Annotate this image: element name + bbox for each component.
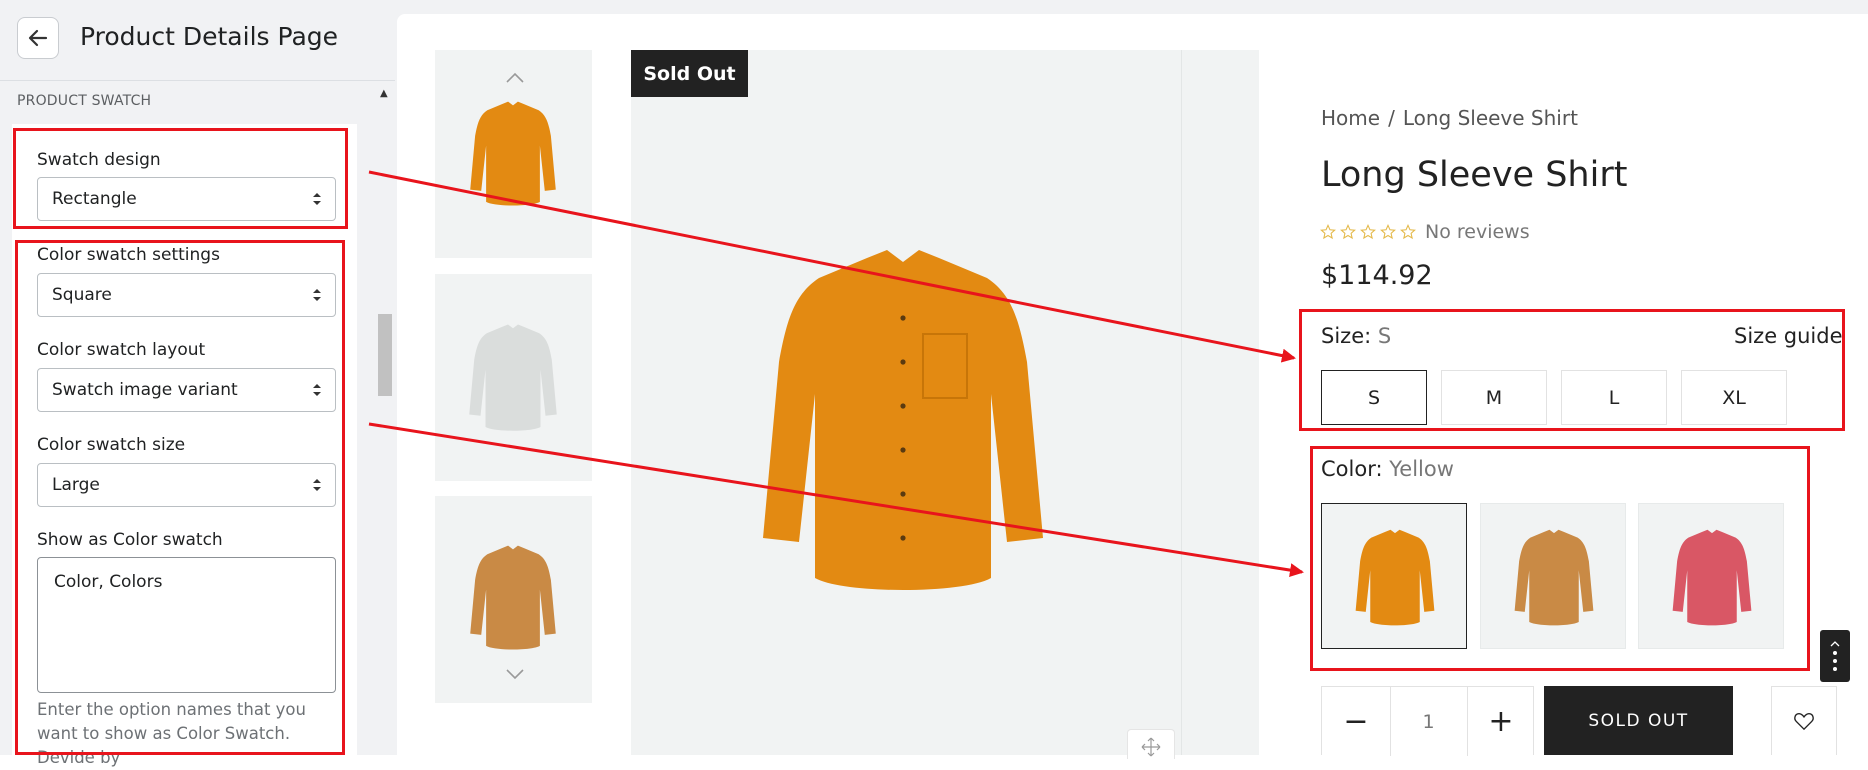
shirt-image — [1667, 522, 1757, 632]
thumbnail-3[interactable] — [435, 496, 592, 703]
shirt-image — [1509, 522, 1599, 632]
breadcrumb-home[interactable]: Home — [1321, 106, 1380, 130]
color-swatch-settings-label: Color swatch settings — [37, 245, 220, 265]
size-label: Size: — [1321, 324, 1372, 348]
panel-header: Product Details Page — [0, 0, 395, 81]
show-as-color-swatch-label: Show as Color swatch — [37, 530, 223, 550]
swatch-design-label: Swatch design — [37, 150, 161, 170]
more-options-button[interactable] — [1820, 630, 1850, 682]
size-option-s[interactable]: S — [1321, 370, 1427, 425]
color-swatch-layout-value: Swatch image variant — [52, 380, 238, 400]
star-icon — [1320, 224, 1336, 240]
shirt-image — [463, 542, 563, 652]
dot-icon — [1833, 667, 1837, 671]
color-swatch-red[interactable] — [1638, 503, 1784, 649]
product-title: Long Sleeve Shirt — [1321, 155, 1628, 195]
quantity-value[interactable]: 1 — [1390, 687, 1467, 756]
dot-icon — [1833, 651, 1837, 655]
scrollbar-thumb[interactable] — [378, 314, 392, 396]
arrow-left-icon — [28, 29, 48, 47]
shirt-image — [743, 228, 1063, 608]
swatch-design-select[interactable]: Rectangle — [37, 177, 336, 221]
plus-icon[interactable]: + — [1467, 687, 1535, 756]
color-swatch-settings-value: Square — [52, 285, 112, 305]
color-swatch-size-select[interactable]: Large — [37, 463, 336, 507]
shirt-image — [463, 98, 563, 208]
size-option-label: Size: S — [1321, 324, 1391, 348]
select-arrows-icon — [313, 479, 321, 491]
chevron-up-icon — [1830, 641, 1840, 647]
wishlist-button[interactable] — [1771, 686, 1837, 755]
reviews-count[interactable]: No reviews — [1425, 221, 1530, 243]
color-swatch-layout-label: Color swatch layout — [37, 340, 206, 360]
size-option-xl[interactable]: XL — [1681, 370, 1787, 425]
select-arrows-icon — [313, 384, 321, 396]
thumbnail-1[interactable] — [435, 50, 592, 258]
thumbnail-2[interactable] — [435, 274, 592, 481]
shirt-image — [1350, 522, 1440, 632]
color-label: Color: — [1321, 457, 1383, 481]
quantity-stepper: − 1 + — [1321, 686, 1535, 756]
size-selected-value: S — [1377, 324, 1392, 348]
breadcrumb: Home / Long Sleeve Shirt — [1321, 106, 1578, 130]
section-label: PRODUCT SWATCH — [17, 93, 152, 109]
color-option-label: Color: Yellow — [1321, 457, 1454, 481]
sold-out-button[interactable]: SOLD OUT — [1544, 686, 1733, 755]
sold-out-badge: Sold Out — [631, 50, 748, 97]
star-icon — [1380, 224, 1396, 240]
chevron-down-icon[interactable] — [505, 668, 525, 680]
color-swatch-layout-select[interactable]: Swatch image variant — [37, 368, 336, 412]
breadcrumb-separator: / — [1388, 106, 1395, 130]
color-swatch-yellow[interactable] — [1321, 503, 1467, 649]
color-swatch-size-label: Color swatch size — [37, 435, 186, 455]
minus-icon[interactable]: − — [1322, 687, 1390, 756]
swatch-design-value: Rectangle — [52, 189, 137, 209]
breadcrumb-current: Long Sleeve Shirt — [1402, 106, 1578, 130]
help-text: Enter the option names that you want to … — [37, 700, 306, 767]
heart-icon — [1794, 713, 1814, 731]
image-divider — [1181, 50, 1182, 755]
star-icon — [1400, 224, 1416, 240]
show-as-color-swatch-textarea[interactable]: Color, Colors — [37, 557, 336, 693]
settings-panel: Product Details Page PRODUCT SWATCH ▲ Sw… — [0, 0, 395, 767]
size-option-l[interactable]: L — [1561, 370, 1667, 425]
rating-stars — [1320, 224, 1416, 240]
color-swatch-size-value: Large — [52, 475, 100, 495]
select-arrows-icon — [313, 193, 321, 205]
select-arrows-icon — [313, 289, 321, 301]
size-guide-link[interactable]: Size guide — [1734, 324, 1843, 348]
color-swatch-settings-select[interactable]: Square — [37, 273, 336, 317]
chevron-up-icon[interactable] — [505, 72, 525, 84]
product-price: $114.92 — [1321, 260, 1433, 291]
color-swatch-tan[interactable] — [1480, 503, 1626, 649]
scroll-up-icon[interactable]: ▲ — [380, 88, 388, 99]
panel-scrollbar[interactable]: ▲ — [375, 81, 395, 755]
page-title: Product Details Page — [80, 22, 339, 51]
main-product-image[interactable] — [631, 50, 1259, 755]
star-icon — [1340, 224, 1356, 240]
dot-icon — [1833, 659, 1837, 663]
back-button[interactable] — [17, 17, 59, 59]
star-icon — [1360, 224, 1376, 240]
shirt-image — [463, 312, 563, 442]
size-option-m[interactable]: M — [1441, 370, 1547, 425]
color-selected-value: Yellow — [1389, 457, 1454, 481]
